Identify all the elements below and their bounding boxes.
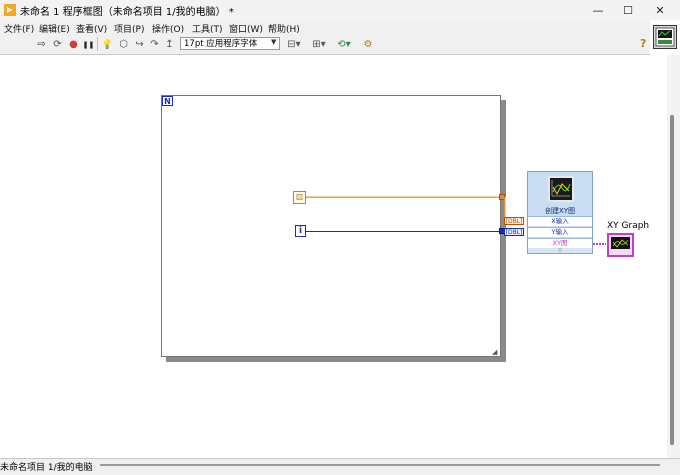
align-objects-icon[interactable]: ⊟▾	[284, 38, 304, 51]
menu-operate[interactable]: 操作(O)	[152, 22, 184, 35]
xy-graph-terminal-icon	[611, 237, 630, 249]
express-vi-input-y[interactable]: Y输入	[528, 227, 592, 237]
clean-up-diagram-icon[interactable]: ⚙	[360, 38, 376, 51]
double-wire[interactable]	[504, 197, 505, 218]
abort-icon[interactable]: ●	[67, 38, 80, 51]
maximize-button[interactable]: ☐	[614, 0, 642, 20]
array-wire-tag[interactable]: [DBL]	[504, 217, 524, 225]
context-help-icon[interactable]: ?	[640, 37, 650, 51]
vi-connector-icon[interactable]	[653, 25, 677, 49]
step-over-icon[interactable]: ↷	[148, 38, 161, 51]
express-vi-expand-arrow[interactable]: ▽	[528, 248, 592, 254]
for-loop[interactable]	[161, 95, 501, 357]
xy-graph-label[interactable]: XY Graph	[607, 221, 649, 231]
run-icon[interactable]: ⇨	[35, 38, 48, 51]
double-wire[interactable]	[306, 197, 501, 198]
integer-wire[interactable]	[306, 231, 501, 232]
menu-edit[interactable]: 编辑(E)	[39, 22, 70, 35]
menu-view[interactable]: 查看(V)	[76, 22, 107, 35]
express-vi-input-x[interactable]: X输入	[528, 216, 592, 226]
window-title: 未命名 1 程序框图（未命名项目 1/我的电脑） *	[20, 7, 234, 18]
status-bar	[0, 458, 680, 475]
horizontal-scrollbar[interactable]	[100, 464, 660, 466]
menu-project[interactable]: 项目(P)	[114, 22, 144, 35]
random-number-function[interactable]: ⚄	[293, 191, 306, 204]
run-continuously-icon[interactable]: ⟳	[51, 38, 64, 51]
retain-wire-values-icon[interactable]: ⬡	[117, 38, 130, 51]
menu-window[interactable]: 窗口(W)	[229, 22, 263, 35]
array-wire-tag[interactable]: [DBL]	[504, 228, 524, 236]
font-select[interactable]: 17pt 应用程序字体	[180, 37, 280, 50]
toolbar-separator	[97, 37, 98, 51]
express-vi-output-xy[interactable]: XY图	[528, 238, 592, 248]
close-button[interactable]: ✕	[646, 0, 674, 20]
step-out-icon[interactable]: ↥	[163, 38, 176, 51]
project-context-label: 未命名项目 1/我的电脑	[0, 463, 93, 473]
menu-file[interactable]: 文件(F)	[4, 22, 34, 35]
distribute-objects-icon[interactable]: ⊞▾	[309, 38, 329, 51]
chevron-down-icon[interactable]: ▼	[271, 38, 276, 46]
iteration-terminal[interactable]: i	[295, 225, 306, 237]
highlight-execution-icon[interactable]: 💡	[101, 38, 114, 51]
vertical-scrollbar-thumb[interactable]	[670, 115, 674, 445]
menu-help[interactable]: 帮助(H)	[268, 22, 300, 35]
express-vi-title: 创建XY图	[544, 207, 576, 215]
xy-graph-icon	[548, 176, 574, 202]
minimize-button[interactable]: —	[584, 0, 612, 20]
double-wire[interactable]	[505, 197, 506, 218]
menu-tools[interactable]: 工具(T)	[192, 22, 223, 35]
cluster-wire[interactable]	[593, 243, 606, 245]
reorder-icon[interactable]: ⟲▾	[334, 38, 354, 51]
labview-app-icon	[4, 4, 16, 16]
pause-icon[interactable]: ❚❚	[82, 38, 95, 51]
step-into-icon[interactable]: ↪	[133, 38, 146, 51]
loop-count-terminal[interactable]: N	[162, 96, 173, 106]
resize-grip-icon[interactable]: ◢	[492, 348, 499, 356]
